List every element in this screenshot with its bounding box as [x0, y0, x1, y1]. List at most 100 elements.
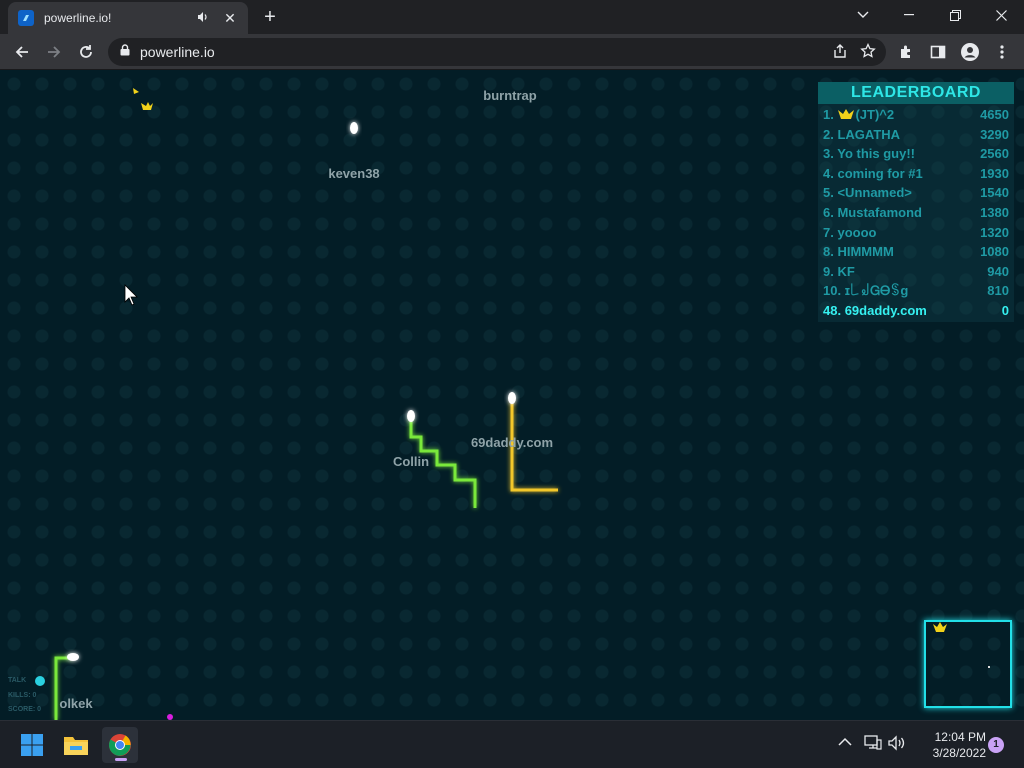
minimap-crown-icon	[933, 622, 947, 632]
leaderboard-row: 5. <Unnamed> 1540	[818, 183, 1014, 203]
reload-icon[interactable]	[72, 38, 100, 66]
clock-date: 3/28/2022	[932, 746, 986, 760]
file-explorer-icon[interactable]	[58, 727, 94, 763]
leaderboard-score: 1380	[980, 204, 1009, 220]
close-window-button[interactable]	[978, 0, 1024, 30]
leaderboard-rank: 5.	[823, 185, 834, 201]
address-bar[interactable]: powerline.io	[108, 38, 886, 66]
tab-search-chevron-icon[interactable]	[840, 0, 886, 30]
leaderboard-rank: 10.	[823, 283, 842, 299]
leaderboard-row: 1. (JT)^2 4650	[818, 105, 1014, 125]
leaderboard-row-name: 5. <Unnamed>	[823, 183, 912, 203]
leaderboard-score: 1930	[980, 165, 1009, 181]
direction-arrow-icon	[133, 88, 139, 94]
leaderboard-player-name: coming for #1	[837, 165, 923, 181]
player-name-69daddy: 69daddy.com	[470, 435, 554, 450]
browser-tab[interactable]: powerline.io! ✕	[8, 2, 248, 34]
leaderboard-player-name: ɪ꒒꒻ᏀᎾꌗg	[844, 283, 909, 299]
player-stats: TALK KILLS: 0 SCORE: 0	[8, 674, 41, 718]
volume-icon[interactable]	[888, 735, 906, 754]
active-app-indicator	[115, 758, 127, 761]
profile-avatar-icon[interactable]	[956, 38, 984, 66]
leaderboard-rank: 8.	[823, 244, 834, 260]
head-69daddy	[508, 392, 516, 404]
windows-taskbar: 12:04 PM 3/28/2022 1	[0, 720, 1024, 768]
windows-start-icon[interactable]	[14, 727, 50, 763]
side-panel-icon[interactable]	[924, 38, 952, 66]
player-name-collin: Collin	[392, 454, 430, 469]
url-text: powerline.io	[140, 44, 215, 60]
talk-label: TALK	[8, 677, 27, 684]
back-arrow-icon[interactable]	[8, 38, 36, 66]
leaderboard-player-name: yoooo	[837, 224, 877, 240]
chrome-taskbar-icon[interactable]	[102, 727, 138, 763]
leaderboard-score: 1080	[980, 244, 1009, 260]
leaderboard-rank: 3.	[823, 146, 834, 162]
speaker-icon[interactable]	[196, 11, 210, 26]
leaderboard-rank: 1.	[823, 107, 834, 122]
minimap-player-dot	[988, 666, 990, 668]
leaderboard-rank: 7.	[823, 224, 834, 240]
forward-arrow-icon[interactable]	[40, 38, 68, 66]
leaderboard-row: 6. Mustafamond 1380	[818, 203, 1014, 223]
leaderboard-row: 10. ɪ꒒꒻ᏀᎾꌗg 810	[818, 281, 1014, 301]
leaderboard-rank: 4.	[823, 165, 834, 181]
notification-badge[interactable]: 1	[988, 737, 1004, 753]
leaderboard-player-name: <Unnamed>	[837, 185, 912, 201]
leaderboard-player-name: HIMMMM	[837, 244, 894, 260]
leaderboard: LEADERBOARD 1. (JT)^2 4650 2. LAGATHA 3290 3…	[818, 82, 1014, 322]
leaderboard-row-name: 10. ɪ꒒꒻ᏀᎾꌗg	[823, 281, 908, 301]
leaderboard-row-name: 2. LAGATHA	[823, 125, 900, 145]
leaderboard-score: 1540	[980, 185, 1009, 201]
leaderboard-player-name: Yo this guy!!	[837, 146, 915, 162]
head-olkek	[67, 653, 79, 661]
leaderboard-score: 2560	[980, 146, 1009, 162]
share-icon[interactable]	[832, 43, 848, 64]
more-menu-icon[interactable]	[988, 38, 1016, 66]
leaderboard-player-name: (JT)^2	[855, 107, 895, 122]
crown-icon	[838, 109, 855, 119]
leaderboard-row: 8. HIMMMM 1080	[818, 242, 1014, 262]
leaderboard-row-name: 4. coming for #1	[823, 164, 923, 184]
leaderboard-row-name: 7. yoooo	[823, 223, 876, 243]
tab-strip: powerline.io! ✕ +	[0, 0, 1024, 34]
leaderboard-row: 2. LAGATHA 3290	[818, 125, 1014, 145]
system-clock[interactable]: 12:04 PM 3/28/2022	[912, 729, 986, 761]
minimap	[924, 620, 1012, 708]
browser-toolbar: powerline.io	[0, 34, 1024, 70]
leaderboard-player-name: Mustafamond	[837, 204, 922, 220]
leaderboard-score: 3290	[980, 126, 1009, 142]
new-tab-button[interactable]: +	[256, 6, 284, 30]
leaderboard-title: LEADERBOARD	[818, 82, 1014, 104]
game-canvas[interactable]: burntrap keven38 Collin 69daddy.com olke…	[0, 70, 1024, 720]
extensions-puzzle-icon[interactable]	[892, 38, 920, 66]
leaderboard-player-name: LAGATHA	[837, 126, 901, 142]
restore-button[interactable]	[932, 0, 978, 30]
leaderboard-row-current-player: 48. 69daddy.com 0	[818, 301, 1014, 321]
leaderboard-score: 1320	[980, 224, 1009, 240]
powerline-favicon-icon	[18, 10, 34, 26]
bookmark-star-icon[interactable]	[860, 42, 876, 64]
crown-icon	[141, 102, 153, 110]
leaderboard-score: 0	[1001, 302, 1009, 318]
clock-time: 12:04 PM	[934, 730, 986, 744]
leaderboard-row: 3. Yo this guy!! 2560	[818, 144, 1014, 164]
leaderboard-player-name: 69daddy.com	[844, 302, 927, 318]
lock-icon[interactable]	[120, 43, 130, 61]
leaderboard-row-name: 6. Mustafamond	[823, 203, 922, 223]
head-keven38	[350, 122, 358, 134]
tray-chevron-up-icon[interactable]	[838, 735, 852, 750]
leaderboard-player-name: KF	[837, 263, 855, 279]
network-icon[interactable]	[864, 735, 882, 754]
leaderboard-score: 940	[987, 263, 1009, 279]
minimize-button[interactable]	[886, 0, 932, 30]
player-name-keven38: keven38	[328, 166, 380, 181]
leaderboard-score: 4650	[980, 107, 1009, 122]
player-name-burntrap: burntrap	[483, 88, 537, 103]
player-name-olkek: olkek	[59, 696, 93, 711]
leaderboard-rank: 9.	[823, 263, 834, 279]
leaderboard-score: 810	[987, 283, 1009, 299]
mouse-cursor-icon	[124, 284, 138, 306]
tab-close-icon[interactable]: ✕	[222, 10, 238, 26]
leaderboard-row-name: 1. (JT)^2	[823, 105, 894, 125]
